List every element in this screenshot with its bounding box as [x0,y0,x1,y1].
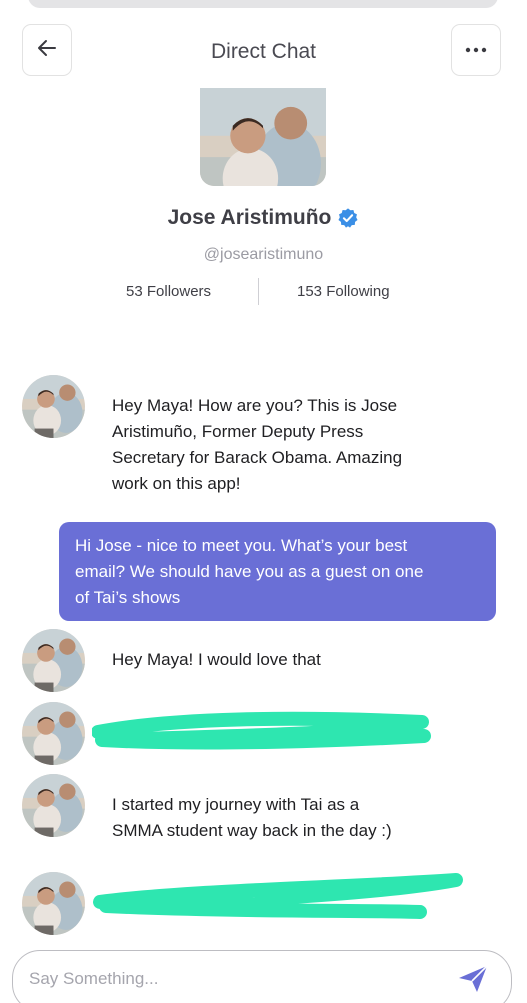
verified-badge-icon [337,207,359,229]
chat-header: Direct Chat [0,24,527,84]
sender-avatar[interactable] [22,774,85,837]
more-horizontal-icon [464,41,488,59]
sender-avatar[interactable] [22,629,85,692]
message-incoming: Hey Maya! How are you? This is Jose Aris… [112,396,403,493]
sender-avatar[interactable] [22,702,85,765]
message-input[interactable] [29,969,429,989]
profile-name-row: Jose Aristimuño [0,206,527,230]
profile-name: Jose Aristimuño [167,206,332,229]
following-count[interactable]: 153 Following [297,283,390,300]
page-title: Direct Chat [210,40,317,63]
send-icon [457,964,489,999]
stats-divider [258,278,259,305]
more-options-button[interactable] [451,24,501,76]
profile-photo[interactable] [200,88,326,186]
message-incoming: Hey Maya! I would love that [112,650,321,669]
sender-avatar[interactable] [22,375,85,438]
message-incoming: I started my journey with Tai as a SMMA … [112,795,392,840]
redaction-mark [93,873,463,919]
sender-avatar[interactable] [22,872,85,935]
message-outgoing: Hi Jose - nice to meet you. What’s your … [59,522,496,621]
profile-handle: @josearistimuno [203,246,324,263]
message-composer [12,950,512,1003]
device-frame-top [28,0,498,8]
send-button[interactable] [455,964,491,998]
redaction-mark [92,711,431,750]
followers-count[interactable]: 53 Followers [126,283,211,300]
profile-stats: 53 Followers 153 Following [0,278,527,306]
